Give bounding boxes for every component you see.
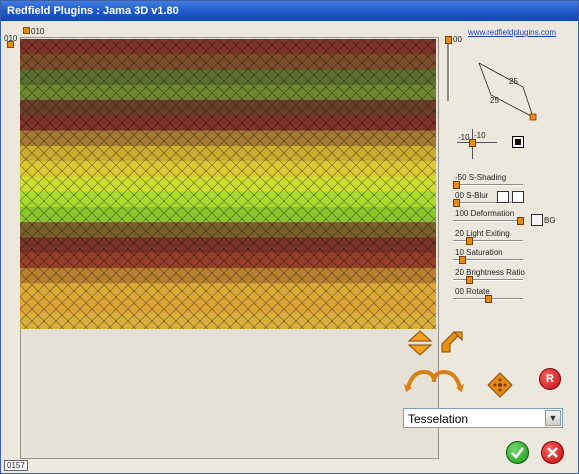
slider-label: 00 S-Blur (455, 191, 489, 200)
light-edge-label-1: 25 (509, 77, 518, 86)
slider-knob[interactable] (453, 199, 460, 207)
slider-knob[interactable] (485, 295, 492, 303)
flip-vertical-icon[interactable] (405, 328, 435, 358)
slider-knob[interactable] (453, 181, 460, 189)
bg-label: BG (544, 216, 556, 225)
tessellation-preview (20, 39, 436, 329)
chevron-down-icon[interactable]: ▼ (545, 410, 561, 426)
slider-knob[interactable] (517, 217, 524, 225)
light-direction-diagram (478, 62, 537, 121)
top-value-label: 00 (453, 35, 462, 44)
slider-label: -50 S-Shading (455, 173, 507, 182)
rotate-arrows-icon[interactable] (404, 366, 464, 392)
bg-color-swatch[interactable] (512, 191, 524, 203)
slider-track[interactable] (453, 184, 523, 186)
cancel-button[interactable] (541, 441, 564, 464)
pattern-dropdown[interactable]: Tesselation ▼ (403, 408, 563, 428)
slider-knob[interactable] (459, 256, 466, 264)
shade-color-swatch[interactable] (512, 136, 524, 148)
preview-canvas (20, 39, 436, 329)
slider-knob[interactable] (466, 237, 473, 245)
slider-track[interactable] (453, 279, 523, 281)
vertical-slider-knob[interactable] (445, 36, 452, 44)
x-origin-label: 010 (31, 27, 45, 36)
reset-button[interactable]: R (539, 368, 561, 390)
offset-knob[interactable] (469, 139, 476, 147)
bg-pattern-icon[interactable] (531, 214, 543, 226)
close-icon (547, 447, 558, 458)
offset-x-label: -10 (458, 133, 470, 142)
ok-button[interactable] (506, 441, 529, 464)
slider-label: 20 Light Exiting (455, 229, 510, 238)
blur-mode-icon[interactable] (497, 191, 509, 203)
slider-knob[interactable] (466, 276, 473, 284)
y-origin-handle[interactable] (7, 41, 14, 48)
light-edge-label-2: 25 (490, 96, 499, 105)
website-link[interactable]: www.redfieldplugins.com (468, 28, 556, 37)
slider-track[interactable] (453, 240, 523, 242)
pattern-dropdown-value: Tesselation (408, 412, 469, 426)
offset-h-line (457, 142, 497, 143)
checkmark-icon (511, 447, 524, 459)
x-origin-handle[interactable] (23, 27, 30, 34)
light-handle[interactable] (529, 113, 537, 121)
move-diamond-icon[interactable] (486, 371, 514, 399)
status-value: 0157 (4, 460, 28, 471)
window-title: Redfield Plugins : Jama 3D v1.80 (1, 1, 578, 21)
vertical-track (447, 39, 450, 101)
plugin-window: Redfield Plugins : Jama 3D v1.80 010 010… (0, 0, 579, 474)
slider-track[interactable] (453, 220, 523, 222)
diagonal-resize-icon[interactable] (438, 328, 466, 356)
slider-label: 100 Deformation (455, 209, 515, 218)
